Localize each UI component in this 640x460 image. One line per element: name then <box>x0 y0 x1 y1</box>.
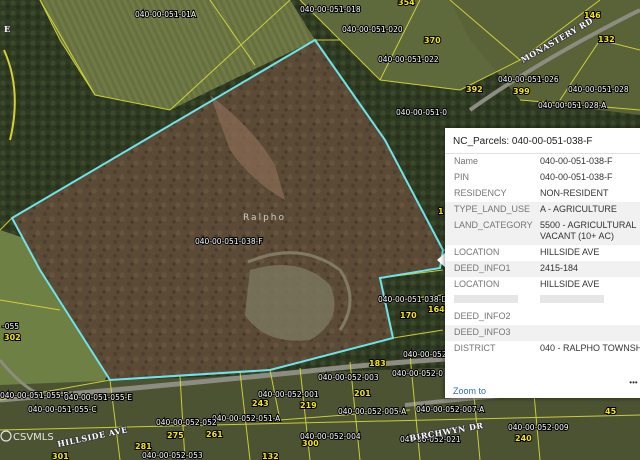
attribute-key <box>445 293 540 309</box>
attribute-row: TYPE_LAND_USE A - AGRICULTURE <box>445 202 640 218</box>
parcel-label: 040-00-051-055-D <box>0 391 69 400</box>
parcel-label: 040-00-051-022 <box>378 55 439 64</box>
attribute-key: LOCATION <box>454 279 500 289</box>
address-number: 300 <box>302 439 319 448</box>
parcel-label: 040-00-051-020 <box>342 25 403 34</box>
popup-title: NC_Parcels: 040-00-051-038-F <box>445 128 640 154</box>
attribute-value: 2415-184 <box>540 261 640 277</box>
attribute-value <box>540 293 640 309</box>
parcel-label: 040-00-051-028-A <box>538 101 607 110</box>
address-number: 302 <box>4 333 21 342</box>
parcel-label: 040-00-052-051-A <box>212 414 281 423</box>
address-number: 399 <box>513 87 530 96</box>
address-number: 261 <box>206 430 223 439</box>
address-number: 132 <box>598 35 615 44</box>
attribute-key: DEED_INFO3 <box>445 325 540 341</box>
attribute-row: DEED_INFO1 2415-184 <box>445 261 640 277</box>
address-number: 183 <box>369 359 386 368</box>
address-number: 170 <box>400 311 417 320</box>
address-number: 301 <box>52 452 69 460</box>
redacted-bar <box>454 295 518 303</box>
address-number: 243 <box>252 399 269 408</box>
parcel-label: 040-00-052-053 <box>142 451 203 460</box>
attribute-row: LAND_CATEGORY 5500 - AGRICULTURAL VACANT … <box>445 218 640 245</box>
parcel-label: 040-00-052-003 <box>318 373 379 382</box>
attribute-value: 040-00-051-038-F <box>540 172 613 182</box>
parcel-label: 040-00-052-052 <box>156 418 217 427</box>
attribute-value: 040-00-051-038-F <box>540 156 613 166</box>
attribute-key: LOCATION <box>454 247 500 257</box>
attribute-table: Name 040-00-051-038-F PIN 040-00-051-038-F… <box>445 154 640 357</box>
more-icon: ••• <box>629 378 638 387</box>
street-label-e: E <box>4 24 11 34</box>
address-number: 370 <box>424 36 441 45</box>
parcel-label: 040-00-051-028 <box>568 85 629 94</box>
parcel-label: 040-00-051-0 <box>396 108 447 117</box>
watermark-text: CSVMLS <box>13 432 54 443</box>
attribute-value: HILLSIDE AVE <box>540 247 600 257</box>
redacted-bar <box>540 295 604 303</box>
attribute-row: RESIDENCY NON-RESIDENT <box>445 186 640 202</box>
parcel-label: -055 <box>2 322 19 331</box>
address-number: 392 <box>466 85 483 94</box>
attribute-key: TYPE_LAND_USE <box>445 202 540 218</box>
address-number: 219 <box>300 401 317 410</box>
parcel-label: 040-00-051-026 <box>498 75 559 84</box>
attribute-row-redacted <box>445 293 640 309</box>
attribute-row: DEED_INFO3 <box>445 325 640 341</box>
parcel-label: 040-00-051-01A <box>135 10 197 19</box>
attribute-value <box>540 325 640 341</box>
parcel-label: 040-00-051-055-E <box>64 393 132 402</box>
address-number: 240 <box>515 434 532 443</box>
parcel-label: 040-00-052-007-A <box>416 405 485 414</box>
address-number: 45 <box>605 407 617 416</box>
attribute-key: Name <box>454 156 479 166</box>
address-number: 1 <box>438 207 444 216</box>
parcel-label: 040-00-051-038-D <box>378 295 447 304</box>
address-number: 275 <box>167 431 184 440</box>
address-number: 164 <box>428 305 445 314</box>
address-number: 201 <box>354 389 371 398</box>
parcel-info-popup: NC_Parcels: 040-00-051-038-F Name 040-00-… <box>445 128 640 398</box>
attribute-row: DEED_INFO2 <box>445 309 640 325</box>
attribute-value: HILLSIDE AVE <box>540 279 600 289</box>
attribute-value: NON-RESIDENT <box>540 188 609 198</box>
zoom-to-link[interactable]: Zoom to <box>453 386 486 396</box>
municipality-label: Ralpho <box>243 213 286 223</box>
attribute-row: PIN 040-00-051-038-F <box>445 170 640 186</box>
attribute-value <box>540 309 640 325</box>
more-options-button[interactable]: ••• <box>627 378 640 396</box>
attribute-row: LOCATION HILLSIDE AVE <box>445 245 640 261</box>
attribute-key: PIN <box>454 172 470 182</box>
attribute-key: DEED_INFO1 <box>445 261 540 277</box>
attribute-key: DEED_INFO2 <box>454 311 511 321</box>
attribute-row: LOCATION HILLSIDE AVE <box>445 277 640 293</box>
parcel-label: 040-00-052-009 <box>508 423 569 432</box>
parcel-label: 040-00-052-0 <box>392 369 443 378</box>
attribute-value: A - AGRICULTURE <box>540 202 640 218</box>
attribute-row: DISTRICT 040 - RALPHO TOWNSHIP <box>445 341 640 357</box>
attribute-value: 040 - RALPHO TOWNSHIP <box>540 343 640 353</box>
attribute-row: Name 040-00-051-038-F <box>445 154 640 170</box>
parcel-label: 040-00-052-005-A <box>338 407 407 416</box>
address-number: 354 <box>398 0 415 7</box>
address-number: 132 <box>262 452 279 460</box>
parcel-label: 040-00-051-018 <box>300 5 361 14</box>
attribute-value: 5500 - AGRICULTURAL VACANT (10+ AC) <box>540 218 640 245</box>
attribute-key: RESIDENCY <box>454 188 507 198</box>
attribute-key: LAND_CATEGORY <box>445 218 540 245</box>
parcel-label: 040-00-052-001 <box>258 390 319 399</box>
address-number: 281 <box>135 442 152 451</box>
parcel-label: 040-00-051-055-C <box>28 405 97 414</box>
parcel-label: 040-00-051-038-F <box>195 237 263 246</box>
attribute-key: DISTRICT <box>454 343 496 353</box>
